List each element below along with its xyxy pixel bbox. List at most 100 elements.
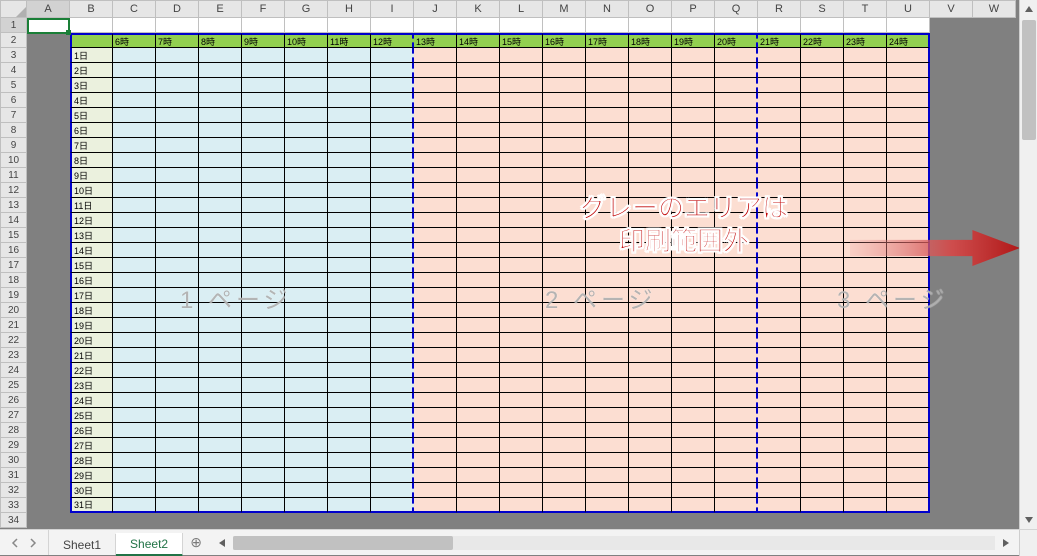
cell[interactable]: [758, 48, 801, 63]
horizontal-scrollbar[interactable]: [209, 530, 1019, 555]
row-header-26[interactable]: 26: [0, 393, 27, 408]
cell[interactable]: [758, 108, 801, 123]
cell[interactable]: [844, 18, 887, 33]
cell[interactable]: [156, 168, 199, 183]
cell[interactable]: [887, 483, 930, 498]
cell[interactable]: 3日: [70, 78, 113, 93]
cell[interactable]: 22時: [801, 33, 844, 48]
cell[interactable]: [500, 303, 543, 318]
cell[interactable]: [844, 213, 887, 228]
cell[interactable]: [500, 18, 543, 33]
cell[interactable]: [543, 93, 586, 108]
cell[interactable]: [715, 18, 758, 33]
cell[interactable]: [371, 48, 414, 63]
cell[interactable]: [285, 438, 328, 453]
cell[interactable]: [973, 258, 1016, 273]
cell[interactable]: [672, 378, 715, 393]
cell[interactable]: [930, 348, 973, 363]
cell[interactable]: 29日: [70, 468, 113, 483]
row-header-2[interactable]: 2: [0, 33, 27, 48]
cell[interactable]: [930, 108, 973, 123]
cell[interactable]: [156, 453, 199, 468]
cell[interactable]: [973, 288, 1016, 303]
col-header-U[interactable]: U: [887, 0, 930, 18]
cell[interactable]: [113, 378, 156, 393]
cell[interactable]: [242, 273, 285, 288]
cell[interactable]: [930, 258, 973, 273]
cell[interactable]: [973, 453, 1016, 468]
cell[interactable]: [844, 108, 887, 123]
cell[interactable]: [27, 318, 70, 333]
cell[interactable]: [844, 228, 887, 243]
cell[interactable]: [801, 138, 844, 153]
cell[interactable]: [715, 123, 758, 138]
cell[interactable]: [672, 123, 715, 138]
cell[interactable]: [285, 108, 328, 123]
cell[interactable]: 5日: [70, 108, 113, 123]
cell[interactable]: [500, 348, 543, 363]
cell[interactable]: [113, 198, 156, 213]
cell[interactable]: [844, 483, 887, 498]
cell[interactable]: [629, 183, 672, 198]
cell[interactable]: [500, 198, 543, 213]
cell[interactable]: [973, 348, 1016, 363]
cell[interactable]: [156, 348, 199, 363]
cell[interactable]: [199, 333, 242, 348]
cell[interactable]: [285, 468, 328, 483]
cell[interactable]: [242, 183, 285, 198]
cell[interactable]: [629, 78, 672, 93]
cell[interactable]: [672, 468, 715, 483]
cell[interactable]: [371, 318, 414, 333]
cell[interactable]: [543, 243, 586, 258]
cell[interactable]: [285, 453, 328, 468]
cell[interactable]: [27, 348, 70, 363]
row-header-20[interactable]: 20: [0, 303, 27, 318]
cell[interactable]: [543, 288, 586, 303]
cell[interactable]: [801, 243, 844, 258]
cell[interactable]: [156, 108, 199, 123]
cell[interactable]: [973, 303, 1016, 318]
cell[interactable]: [500, 513, 543, 528]
cell[interactable]: [285, 513, 328, 528]
cell[interactable]: [844, 123, 887, 138]
cell[interactable]: [242, 423, 285, 438]
cell[interactable]: [801, 393, 844, 408]
cell[interactable]: [328, 78, 371, 93]
col-header-E[interactable]: E: [199, 0, 242, 18]
cell[interactable]: [113, 333, 156, 348]
cell[interactable]: [199, 483, 242, 498]
cell[interactable]: [371, 183, 414, 198]
cell[interactable]: [887, 303, 930, 318]
scroll-up-button[interactable]: [1020, 0, 1037, 18]
cell[interactable]: [629, 363, 672, 378]
cell[interactable]: [629, 483, 672, 498]
cell[interactable]: [285, 393, 328, 408]
row-header-5[interactable]: 5: [0, 78, 27, 93]
cell[interactable]: [973, 243, 1016, 258]
cell[interactable]: [285, 363, 328, 378]
cell[interactable]: [543, 483, 586, 498]
cell[interactable]: [27, 423, 70, 438]
cell[interactable]: [414, 168, 457, 183]
cell[interactable]: [113, 453, 156, 468]
cell[interactable]: [844, 333, 887, 348]
cell[interactable]: [672, 483, 715, 498]
cell[interactable]: 9日: [70, 168, 113, 183]
cell[interactable]: [801, 363, 844, 378]
cell[interactable]: [156, 78, 199, 93]
cell[interactable]: [242, 258, 285, 273]
cell[interactable]: [758, 213, 801, 228]
cell[interactable]: [586, 453, 629, 468]
cell[interactable]: [500, 273, 543, 288]
cell[interactable]: [801, 288, 844, 303]
cell[interactable]: [973, 333, 1016, 348]
cell[interactable]: [758, 288, 801, 303]
cell[interactable]: [242, 63, 285, 78]
cell[interactable]: [672, 363, 715, 378]
cell[interactable]: [113, 138, 156, 153]
cell[interactable]: [414, 78, 457, 93]
col-header-R[interactable]: R: [758, 0, 801, 18]
cell[interactable]: [930, 453, 973, 468]
cell[interactable]: [371, 108, 414, 123]
cell[interactable]: [371, 258, 414, 273]
